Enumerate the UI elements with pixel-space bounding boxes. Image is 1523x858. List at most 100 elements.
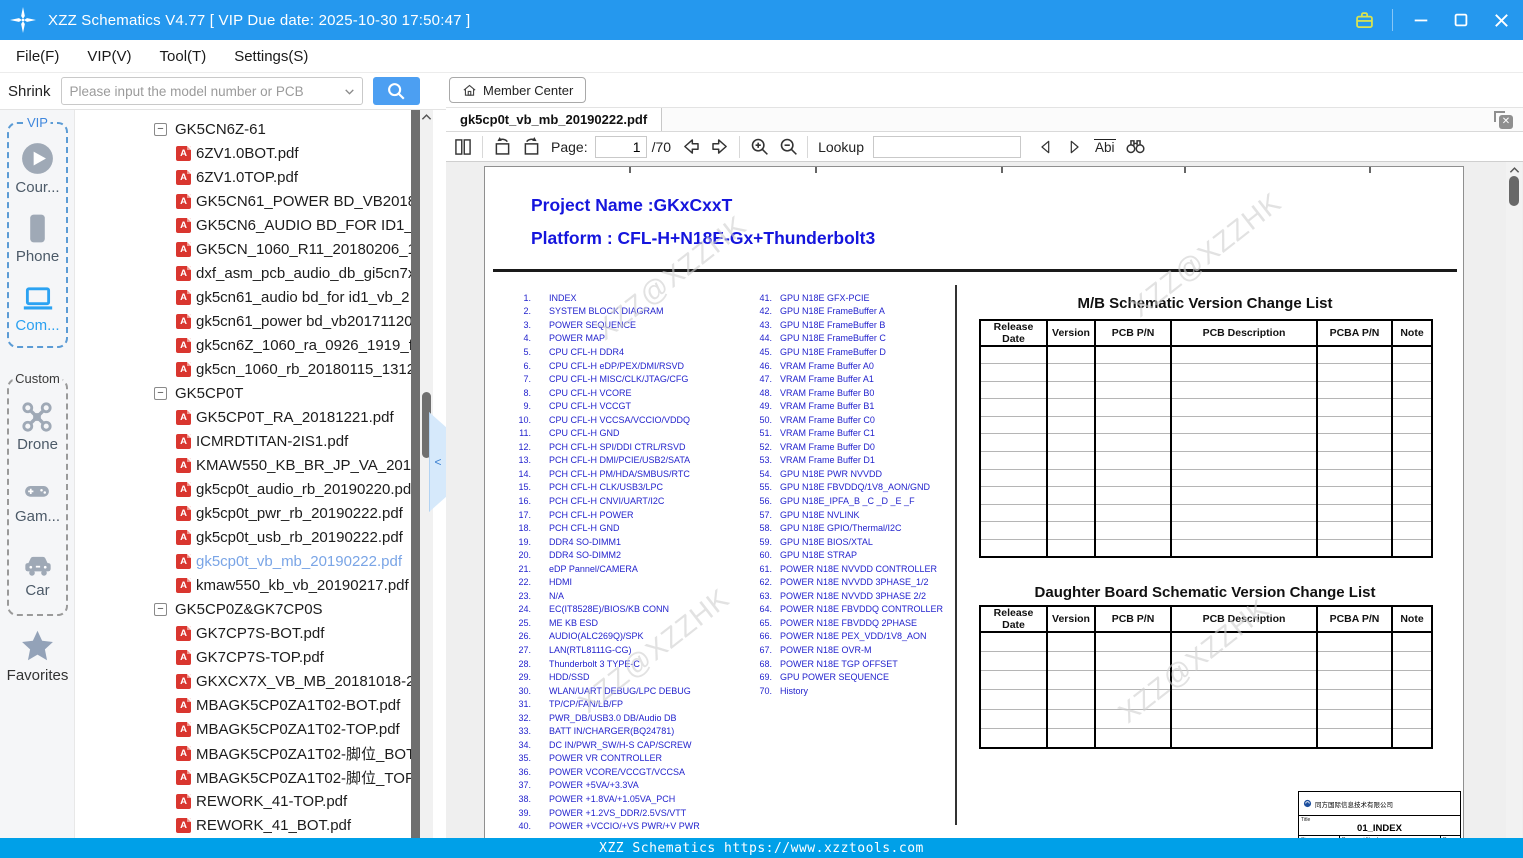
minimize-button[interactable] bbox=[1409, 8, 1433, 32]
pdf-panel: Member Center gk5cp0t_vb_mb_20190222.pdf… bbox=[446, 73, 1523, 838]
tree-file-label: GK7CP7S-BOT.pdf bbox=[196, 624, 325, 642]
sidebar-item-favorites[interactable]: Favorites bbox=[0, 628, 75, 684]
briefcase-icon[interactable] bbox=[1352, 8, 1376, 32]
find-prev-icon[interactable] bbox=[1032, 134, 1058, 160]
sidebar-item-car[interactable]: Car bbox=[20, 548, 56, 599]
tree-file[interactable]: A 6ZV1.0TOP.pdf bbox=[75, 165, 411, 189]
rotate-right-icon[interactable] bbox=[518, 134, 544, 160]
tree-file[interactable]: A GK5CN61_POWER BD_VB201801 bbox=[75, 189, 411, 213]
search-input[interactable] bbox=[61, 83, 343, 99]
tree-file[interactable]: A GK5CN6_AUDIO BD_FOR ID1_RA bbox=[75, 213, 411, 237]
tree-file[interactable]: Agk5cn6Z_1060_ra_0926_1919_fo bbox=[75, 333, 411, 357]
tree-file[interactable]: A GK7CP7S-TOP.pdf bbox=[75, 645, 411, 669]
tab-document[interactable]: gk5cp0t_vb_mb_20190222.pdf bbox=[446, 108, 663, 131]
rotate-left-icon[interactable] bbox=[489, 134, 515, 160]
binoculars-icon[interactable] bbox=[1123, 134, 1149, 160]
index-item-number: 54. bbox=[759, 468, 772, 479]
tree-file[interactable]: A KMAW550_KB_BR_JP_VA_20190 bbox=[75, 453, 411, 477]
index-item-label: POWER VCORE/VCCGT/VCCSA bbox=[549, 766, 686, 777]
close-button[interactable] bbox=[1489, 8, 1513, 32]
sheet-zone-tick bbox=[1184, 167, 1186, 173]
index-item-number: 11. bbox=[519, 428, 531, 439]
maximize-button[interactable] bbox=[1449, 8, 1473, 32]
tree-panel-splitter[interactable] bbox=[411, 110, 420, 838]
menu-item-vipv[interactable]: VIP(V) bbox=[73, 40, 145, 72]
zoom-in-icon[interactable] bbox=[746, 134, 772, 160]
tree-file[interactable]: A GKXCX7X_VB_MB_20181018-23 bbox=[75, 669, 411, 693]
tree-file[interactable]: Agk5cp0t_audio_rb_20190220.pd bbox=[75, 477, 411, 501]
tree-file[interactable]: Akmaw550_kb_vb_20190217.pdf bbox=[75, 573, 411, 597]
index-item-number: 30. bbox=[518, 685, 531, 696]
shrink-button[interactable]: Shrink bbox=[8, 83, 51, 100]
tree-file[interactable]: Agk5cp0t_vb_mb_20190222.pdf bbox=[75, 549, 411, 573]
close-document-icon[interactable]: ✕ bbox=[1494, 111, 1513, 129]
table-cell bbox=[1046, 709, 1095, 729]
tree-file[interactable]: A REWORK_41_BOT.pdf bbox=[75, 813, 411, 837]
collapse-icon[interactable]: − bbox=[154, 386, 167, 400]
zoom-out-icon[interactable] bbox=[775, 134, 801, 160]
member-center-button[interactable]: Member Center bbox=[449, 77, 587, 103]
table-cell bbox=[1046, 539, 1095, 558]
table-cell bbox=[980, 689, 1047, 710]
tree-file[interactable]: Agk5cn61_power bd_vb20171120 bbox=[75, 309, 411, 333]
two-page-icon[interactable] bbox=[450, 134, 476, 160]
tree-file[interactable]: A GK5CN_1060_R11_20180206_165 bbox=[75, 237, 411, 261]
sidebar-item-computer[interactable]: Com... bbox=[15, 281, 60, 334]
scroll-up-icon[interactable] bbox=[421, 113, 432, 121]
search-button[interactable] bbox=[372, 77, 420, 105]
tree-file[interactable]: Adxf_asm_pcb_audio_db_gi5cn7x bbox=[75, 261, 411, 285]
tree-file-label: GKXCX7X_VB_MB_20181018-23 bbox=[196, 672, 411, 690]
index-item: 33. BATT IN/CHARGER(BQ24781) bbox=[503, 725, 700, 739]
tree-file[interactable]: A MBAGK5CP0ZA1T02-脚位_TOP.p bbox=[75, 765, 411, 789]
tree-file[interactable]: A GK7CP7S-BOT.pdf bbox=[75, 621, 411, 645]
tree-group[interactable]: − GK5CP0Z&GK7CP0S bbox=[75, 597, 411, 621]
page-number-input[interactable] bbox=[594, 135, 647, 158]
tree-file[interactable]: A MBAGK5CP0ZA1T02-BOT.pdf bbox=[75, 693, 411, 717]
collapse-icon[interactable]: − bbox=[154, 602, 167, 616]
tree-file[interactable]: Agk5cn_1060_rb_20180115_1312. bbox=[75, 357, 411, 381]
find-next-icon[interactable] bbox=[1061, 134, 1087, 160]
index-item-label: VRAM Frame Buffer D0 bbox=[780, 441, 875, 452]
tree-file[interactable]: A 6ZV1.0BOT.pdf bbox=[75, 141, 411, 165]
viewer-scrollbar[interactable] bbox=[1506, 162, 1522, 838]
menu-item-settingss[interactable]: Settings(S) bbox=[220, 40, 322, 72]
index-item-number: 17. bbox=[518, 509, 531, 520]
table-header-cell: PCBA P/N bbox=[1316, 606, 1392, 633]
next-page-icon[interactable] bbox=[707, 134, 733, 160]
tree-file[interactable]: Agk5cn61_audio bd_for id1_vb_2 bbox=[75, 285, 411, 309]
index-item-number: 26. bbox=[518, 631, 531, 642]
tree-group[interactable]: − GK5CP0T bbox=[75, 381, 411, 405]
sidebar-item-course[interactable]: Cour... bbox=[15, 140, 60, 196]
pdf-file-icon: A bbox=[176, 217, 191, 233]
tree-group[interactable]: − GK5CN6Z-61 bbox=[75, 117, 411, 141]
tree-file[interactable]: Agk5cp0t_usb_rb_20190222.pdf bbox=[75, 525, 411, 549]
tree-file[interactable]: A GK5CP0T_RA_20181221.pdf bbox=[75, 405, 411, 429]
collapse-icon[interactable]: − bbox=[154, 122, 167, 136]
tree-file[interactable]: A ICMRDTITAN-2IS1.pdf bbox=[75, 429, 411, 453]
collapse-panel-handle[interactable]: < bbox=[429, 412, 447, 512]
menu-item-toolt[interactable]: Tool(T) bbox=[146, 40, 221, 72]
sidebar-item-phone[interactable]: Phone bbox=[16, 211, 59, 265]
toolbar-separator bbox=[482, 135, 483, 158]
menu-item-filef[interactable]: File(F) bbox=[0, 40, 73, 72]
sidebar-item-drone[interactable]: Drone bbox=[17, 400, 58, 453]
tree-file[interactable]: Agk5cp0t_pwr_rb_20190222.pdf bbox=[75, 501, 411, 525]
chevron-down-icon[interactable] bbox=[343, 85, 356, 98]
index-item-label: POWER N18E FBVDDQ CONTROLLER bbox=[780, 604, 944, 615]
viewer-scroll-up-icon[interactable] bbox=[1509, 166, 1520, 174]
lookup-input[interactable] bbox=[873, 135, 1021, 158]
match-case-button[interactable]: Abi bbox=[1094, 138, 1116, 155]
index-item: 65. POWER N18E FBVDDQ 2PHASE bbox=[744, 616, 943, 630]
index-item-number: 68. bbox=[759, 658, 772, 669]
index-item-number: 20. bbox=[518, 550, 531, 561]
prev-page-icon[interactable] bbox=[678, 134, 704, 160]
sidebar-item-game[interactable]: Gam... bbox=[15, 476, 60, 525]
tree-file-label: GK7CP7S-TOP.pdf bbox=[196, 648, 324, 666]
tree-file[interactable]: A MBAGK5CP0ZA1T02-脚位_BOT.p bbox=[75, 741, 411, 765]
viewer-scrollbar-thumb[interactable] bbox=[1509, 176, 1519, 206]
index-item-label: CPU CFL-H DDR4 bbox=[549, 346, 625, 357]
index-item-number: 41. bbox=[759, 292, 772, 303]
tree-file[interactable]: A MBAGK5CP0ZA1T02-TOP.pdf bbox=[75, 717, 411, 741]
tree-file[interactable]: A REWORK_41-TOP.pdf bbox=[75, 789, 411, 813]
index-item: 9. CPU CFL-H VCCGT bbox=[503, 399, 700, 413]
